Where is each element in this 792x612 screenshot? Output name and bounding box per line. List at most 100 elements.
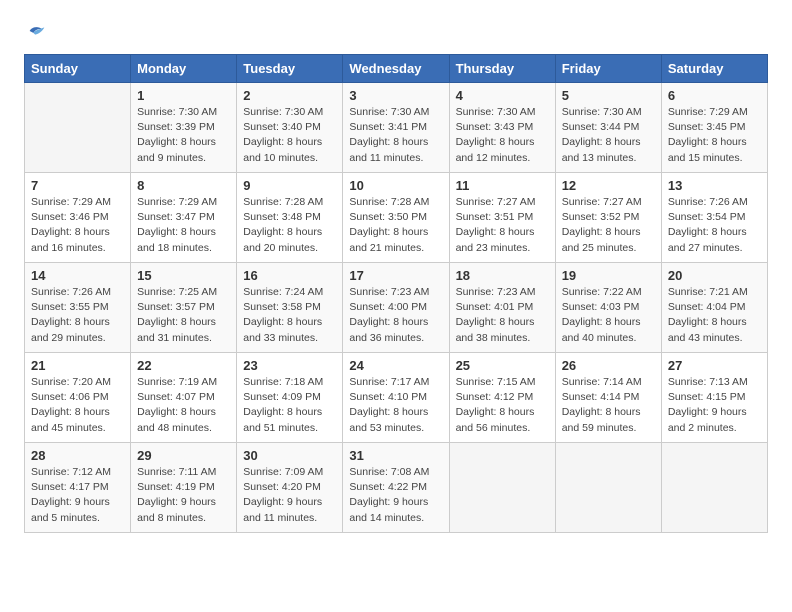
day-info: Sunrise: 7:17 AMSunset: 4:10 PMDaylight:… [349, 375, 442, 436]
calendar-cell: 19 Sunrise: 7:22 AMSunset: 4:03 PMDayligh… [555, 263, 661, 353]
calendar-cell: 12 Sunrise: 7:27 AMSunset: 3:52 PMDayligh… [555, 173, 661, 263]
day-number: 3 [349, 88, 442, 103]
day-info: Sunrise: 7:21 AMSunset: 4:04 PMDaylight:… [668, 285, 761, 346]
calendar-cell: 18 Sunrise: 7:23 AMSunset: 4:01 PMDayligh… [449, 263, 555, 353]
calendar-cell: 5 Sunrise: 7:30 AMSunset: 3:44 PMDaylight… [555, 83, 661, 173]
calendar-cell: 30 Sunrise: 7:09 AMSunset: 4:20 PMDayligh… [237, 443, 343, 533]
day-info: Sunrise: 7:30 AMSunset: 3:41 PMDaylight:… [349, 105, 442, 166]
calendar-cell [25, 83, 131, 173]
day-number: 27 [668, 358, 761, 373]
day-number: 29 [137, 448, 230, 463]
day-info: Sunrise: 7:28 AMSunset: 3:48 PMDaylight:… [243, 195, 336, 256]
page-header [24, 20, 768, 42]
day-info: Sunrise: 7:14 AMSunset: 4:14 PMDaylight:… [562, 375, 655, 436]
weekday-header-friday: Friday [555, 55, 661, 83]
day-number: 9 [243, 178, 336, 193]
day-info: Sunrise: 7:08 AMSunset: 4:22 PMDaylight:… [349, 465, 442, 526]
day-number: 1 [137, 88, 230, 103]
day-number: 31 [349, 448, 442, 463]
day-number: 26 [562, 358, 655, 373]
calendar-cell: 11Sunrise: 7:27 AMSunset: 3:51 PMDayligh… [449, 173, 555, 263]
calendar-cell: 21Sunrise: 7:20 AMSunset: 4:06 PMDayligh… [25, 353, 131, 443]
day-number: 17 [349, 268, 442, 283]
day-number: 8 [137, 178, 230, 193]
day-number: 13 [668, 178, 761, 193]
calendar-cell: 29Sunrise: 7:11 AMSunset: 4:19 PMDayligh… [131, 443, 237, 533]
day-info: Sunrise: 7:28 AMSunset: 3:50 PMDaylight:… [349, 195, 442, 256]
weekday-header-saturday: Saturday [661, 55, 767, 83]
day-info: Sunrise: 7:23 AMSunset: 4:01 PMDaylight:… [456, 285, 549, 346]
day-info: Sunrise: 7:29 AMSunset: 3:45 PMDaylight:… [668, 105, 761, 166]
day-number: 2 [243, 88, 336, 103]
weekday-header-tuesday: Tuesday [237, 55, 343, 83]
day-number: 18 [456, 268, 549, 283]
calendar-cell: 15Sunrise: 7:25 AMSunset: 3:57 PMDayligh… [131, 263, 237, 353]
calendar-week-1: 1 Sunrise: 7:30 AMSunset: 3:39 PMDaylight… [25, 83, 768, 173]
day-info: Sunrise: 7:26 AMSunset: 3:54 PMDaylight:… [668, 195, 761, 256]
day-info: Sunrise: 7:15 AMSunset: 4:12 PMDaylight:… [456, 375, 549, 436]
weekday-header-monday: Monday [131, 55, 237, 83]
day-number: 30 [243, 448, 336, 463]
calendar-cell: 1 Sunrise: 7:30 AMSunset: 3:39 PMDaylight… [131, 83, 237, 173]
day-info: Sunrise: 7:26 AMSunset: 3:55 PMDaylight:… [31, 285, 124, 346]
calendar-week-5: 28Sunrise: 7:12 AMSunset: 4:17 PMDayligh… [25, 443, 768, 533]
calendar-cell: 7 Sunrise: 7:29 AMSunset: 3:46 PMDaylight… [25, 173, 131, 263]
day-info: Sunrise: 7:29 AMSunset: 3:47 PMDaylight:… [137, 195, 230, 256]
logo-bird-icon [26, 20, 48, 42]
day-info: Sunrise: 7:29 AMSunset: 3:46 PMDaylight:… [31, 195, 124, 256]
calendar-cell: 3 Sunrise: 7:30 AMSunset: 3:41 PMDaylight… [343, 83, 449, 173]
calendar-cell: 17 Sunrise: 7:23 AMSunset: 4:00 PMDayligh… [343, 263, 449, 353]
day-number: 23 [243, 358, 336, 373]
day-number: 10 [349, 178, 442, 193]
day-info: Sunrise: 7:13 AMSunset: 4:15 PMDaylight:… [668, 375, 761, 436]
day-info: Sunrise: 7:30 AMSunset: 3:44 PMDaylight:… [562, 105, 655, 166]
calendar-cell [661, 443, 767, 533]
calendar-cell: 24 Sunrise: 7:17 AMSunset: 4:10 PMDayligh… [343, 353, 449, 443]
day-number: 19 [562, 268, 655, 283]
calendar-week-3: 14Sunrise: 7:26 AMSunset: 3:55 PMDayligh… [25, 263, 768, 353]
calendar-cell: 8 Sunrise: 7:29 AMSunset: 3:47 PMDaylight… [131, 173, 237, 263]
calendar-cell: 28Sunrise: 7:12 AMSunset: 4:17 PMDayligh… [25, 443, 131, 533]
day-info: Sunrise: 7:18 AMSunset: 4:09 PMDaylight:… [243, 375, 336, 436]
day-number: 25 [456, 358, 549, 373]
calendar-cell: 31 Sunrise: 7:08 AMSunset: 4:22 PMDayligh… [343, 443, 449, 533]
calendar-cell: 26 Sunrise: 7:14 AMSunset: 4:14 PMDayligh… [555, 353, 661, 443]
calendar-week-2: 7 Sunrise: 7:29 AMSunset: 3:46 PMDaylight… [25, 173, 768, 263]
day-info: Sunrise: 7:30 AMSunset: 3:43 PMDaylight:… [456, 105, 549, 166]
day-number: 15 [137, 268, 230, 283]
calendar-cell: 22Sunrise: 7:19 AMSunset: 4:07 PMDayligh… [131, 353, 237, 443]
weekday-header-sunday: Sunday [25, 55, 131, 83]
calendar-cell: 14Sunrise: 7:26 AMSunset: 3:55 PMDayligh… [25, 263, 131, 353]
weekday-header-row: SundayMondayTuesdayWednesdayThursdayFrid… [25, 55, 768, 83]
calendar-week-4: 21Sunrise: 7:20 AMSunset: 4:06 PMDayligh… [25, 353, 768, 443]
day-info: Sunrise: 7:20 AMSunset: 4:06 PMDaylight:… [31, 375, 124, 436]
day-number: 24 [349, 358, 442, 373]
day-info: Sunrise: 7:30 AMSunset: 3:40 PMDaylight:… [243, 105, 336, 166]
day-number: 7 [31, 178, 124, 193]
calendar-cell: 27 Sunrise: 7:13 AMSunset: 4:15 PMDayligh… [661, 353, 767, 443]
day-number: 4 [456, 88, 549, 103]
calendar-cell: 13 Sunrise: 7:26 AMSunset: 3:54 PMDayligh… [661, 173, 767, 263]
day-number: 16 [243, 268, 336, 283]
day-info: Sunrise: 7:24 AMSunset: 3:58 PMDaylight:… [243, 285, 336, 346]
day-info: Sunrise: 7:23 AMSunset: 4:00 PMDaylight:… [349, 285, 442, 346]
calendar-cell: 25 Sunrise: 7:15 AMSunset: 4:12 PMDayligh… [449, 353, 555, 443]
calendar-cell: 2 Sunrise: 7:30 AMSunset: 3:40 PMDaylight… [237, 83, 343, 173]
day-number: 6 [668, 88, 761, 103]
day-number: 22 [137, 358, 230, 373]
logo [24, 20, 48, 42]
day-number: 5 [562, 88, 655, 103]
calendar-cell: 9 Sunrise: 7:28 AMSunset: 3:48 PMDaylight… [237, 173, 343, 263]
day-info: Sunrise: 7:09 AMSunset: 4:20 PMDaylight:… [243, 465, 336, 526]
day-info: Sunrise: 7:12 AMSunset: 4:17 PMDaylight:… [31, 465, 124, 526]
calendar-cell: 20 Sunrise: 7:21 AMSunset: 4:04 PMDayligh… [661, 263, 767, 353]
calendar-cell [555, 443, 661, 533]
day-info: Sunrise: 7:22 AMSunset: 4:03 PMDaylight:… [562, 285, 655, 346]
calendar-cell [449, 443, 555, 533]
calendar-cell: 6 Sunrise: 7:29 AMSunset: 3:45 PMDaylight… [661, 83, 767, 173]
day-number: 20 [668, 268, 761, 283]
day-number: 11 [456, 178, 549, 193]
day-number: 12 [562, 178, 655, 193]
day-info: Sunrise: 7:27 AMSunset: 3:52 PMDaylight:… [562, 195, 655, 256]
day-info: Sunrise: 7:30 AMSunset: 3:39 PMDaylight:… [137, 105, 230, 166]
